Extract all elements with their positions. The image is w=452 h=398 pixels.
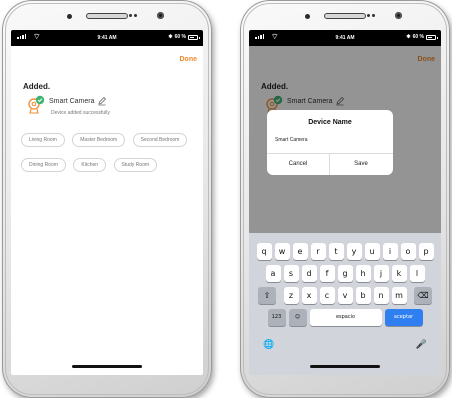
key[interactable]: r [310, 243, 326, 260]
key[interactable]: n [373, 287, 389, 304]
key[interactable]: t [328, 243, 344, 260]
device-status-text: Device added successfully [51, 110, 110, 116]
camera-device-icon [28, 95, 45, 114]
key[interactable]: u [364, 243, 380, 260]
room-chip-list: Living Room Master Bedroom Second Bedroo… [21, 128, 197, 178]
edit-pencil-icon[interactable] [97, 96, 107, 106]
battery-icon [426, 34, 438, 40]
key[interactable]: w [274, 243, 290, 260]
key[interactable]: y [346, 243, 362, 260]
battery-percent: 60 % [174, 34, 186, 40]
key[interactable]: x [301, 287, 317, 304]
room-chip[interactable]: Study Room [113, 158, 158, 172]
key[interactable]: f [319, 265, 335, 282]
keyboard-row-4: 123 ☺ espacio aceptar [249, 309, 441, 326]
phone-right: ⌔ 9:41 AM ✱ 60 % Done Added. Smart Camer… [240, 0, 450, 398]
space-key[interactable]: espacio [309, 309, 382, 326]
key[interactable]: h [355, 265, 371, 282]
save-button[interactable]: Save [330, 153, 392, 175]
key[interactable]: c [319, 287, 335, 304]
key[interactable]: s [283, 265, 299, 282]
status-bar: ⌔ 9:41 AM ✱ 60 % [249, 30, 441, 46]
page-title: Added. [23, 82, 51, 91]
key[interactable]: g [337, 265, 353, 282]
home-indicator[interactable] [72, 365, 142, 368]
key[interactable]: k [391, 265, 407, 282]
front-camera [305, 14, 310, 19]
screen-rename: ⌔ 9:41 AM ✱ 60 % Done Added. Smart Camer… [249, 30, 441, 375]
device-row: Smart Camera Device added successfully [27, 95, 197, 119]
room-chip[interactable]: Kitchen [73, 158, 107, 172]
key[interactable]: j [373, 265, 389, 282]
status-bar: ⌔ 9:41 AM ✱ 60 % [11, 30, 203, 46]
key[interactable]: i [382, 243, 398, 260]
key[interactable]: v [337, 287, 353, 304]
proximity-sensor [395, 12, 402, 19]
key[interactable]: e [292, 243, 308, 260]
earpiece-speaker [324, 13, 366, 19]
device-name-dialog: Device Name Smart Camera Cancel Save [267, 110, 393, 175]
room-chip[interactable]: Dining Room [21, 158, 66, 172]
shift-key-icon[interactable]: ⇧ [258, 287, 276, 304]
cancel-button[interactable]: Cancel [267, 153, 329, 175]
keyboard-row-3: ⇧ z x c v b n m ⌫ [249, 287, 441, 304]
phone-left: ⌔ 9:41 AM ✱ 60 % Done Added. Smart Camer… [2, 0, 212, 398]
done-button[interactable]: Done [180, 56, 198, 63]
device-name: Smart Camera [49, 98, 95, 105]
room-chip[interactable]: Master Bedroom [72, 133, 126, 147]
microphone-icon[interactable]: 🎤 [416, 339, 427, 350]
bluetooth-icon: ✱ [168, 34, 173, 40]
room-chip[interactable]: Living Room [21, 133, 65, 147]
keyboard-row-2: a s d f g h j k l [249, 265, 441, 282]
key[interactable]: m [391, 287, 407, 304]
key[interactable]: b [355, 287, 371, 304]
return-key[interactable]: aceptar [384, 309, 423, 326]
battery-percent: 60 % [412, 34, 424, 40]
battery-icon [188, 34, 200, 40]
key[interactable]: z [283, 287, 299, 304]
earpiece-speaker [86, 13, 128, 19]
key[interactable]: l [409, 265, 425, 282]
screen-added: ⌔ 9:41 AM ✱ 60 % Done Added. Smart Camer… [11, 30, 203, 375]
front-camera [67, 14, 72, 19]
keyboard-row-1: q w e r t y u i o p [249, 243, 441, 260]
proximity-sensor [157, 12, 164, 19]
key[interactable]: o [400, 243, 416, 260]
delete-key-icon[interactable]: ⌫ [414, 287, 432, 304]
emoji-key-icon[interactable]: ☺ [288, 309, 307, 326]
key[interactable]: q [256, 243, 272, 260]
key[interactable]: a [265, 265, 281, 282]
keyboard: q w e r t y u i o p a s d f g h j k l ⇧ … [249, 233, 441, 375]
dialog-title: Device Name [308, 119, 352, 126]
bluetooth-icon: ✱ [406, 34, 411, 40]
room-chip[interactable]: Second Bedroom [132, 133, 188, 147]
key[interactable]: p [418, 243, 434, 260]
key[interactable]: d [301, 265, 317, 282]
home-indicator[interactable] [310, 365, 380, 368]
globe-icon[interactable]: 🌐 [263, 339, 274, 350]
numbers-key[interactable]: 123 [267, 309, 286, 326]
device-name-input[interactable]: Smart Camera [275, 137, 308, 143]
